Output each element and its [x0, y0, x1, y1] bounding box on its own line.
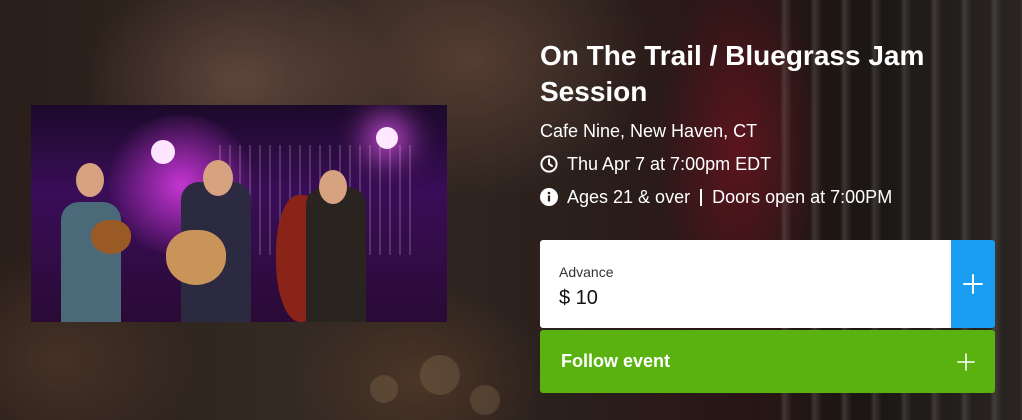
plus-icon — [957, 352, 975, 371]
follow-event-label: Follow event — [561, 351, 671, 371]
event-venue[interactable]: Cafe Nine, New Haven, CT — [540, 120, 757, 142]
clock-icon — [540, 155, 558, 173]
event-doors: Doors open at 7:00PM — [712, 187, 893, 207]
musician — [306, 187, 366, 322]
ticket-name: Advance — [559, 264, 614, 280]
musician-head — [203, 160, 233, 196]
stage-light — [151, 140, 175, 164]
divider — [700, 188, 703, 206]
event-info-row: Ages 21 & over Doors open at 7:00PM — [540, 186, 892, 208]
event-image — [31, 105, 447, 322]
ticket-option: Advance $ 10 — [540, 240, 995, 328]
guitar — [166, 230, 226, 285]
event-ages: Ages 21 & over — [567, 187, 691, 207]
event-title: On The Trail / Bluegrass Jam Session — [540, 40, 925, 107]
musician-head — [319, 170, 347, 204]
event-datetime: Thu Apr 7 at 7:00pm EDT — [567, 154, 772, 174]
mandolin — [91, 220, 131, 254]
event-page: On The Trail / Bluegrass Jam Session Caf… — [0, 0, 1022, 420]
ticket-details: Advance $ 10 — [540, 240, 951, 328]
musician-head — [76, 163, 104, 197]
event-date-row: Thu Apr 7 at 7:00pm EDT — [540, 153, 771, 175]
ticket-price: $ 10 — [559, 287, 598, 309]
follow-event-button[interactable]: Follow event — [540, 330, 995, 393]
info-icon — [540, 188, 558, 206]
plus-icon — [963, 274, 983, 294]
add-ticket-button[interactable] — [951, 240, 995, 328]
